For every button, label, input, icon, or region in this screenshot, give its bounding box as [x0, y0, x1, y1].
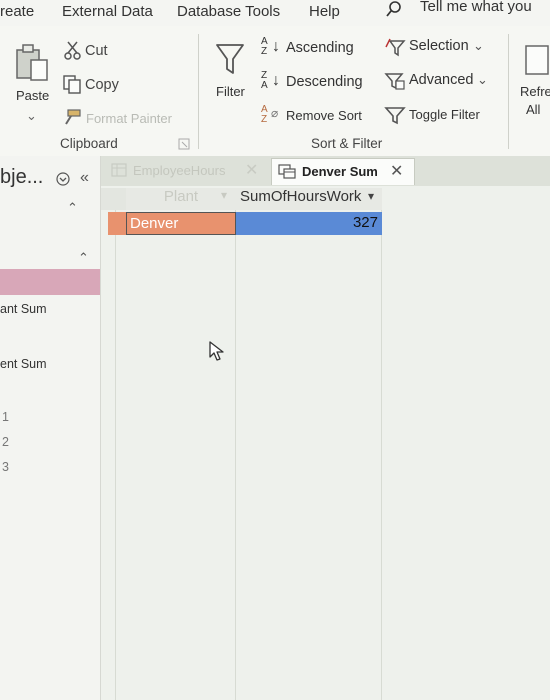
nav-line-number: 3	[2, 460, 9, 474]
paste-label: Paste	[16, 88, 50, 103]
refresh-all-button[interactable]: Refre All	[516, 40, 550, 124]
sort-filter-group-label: Sort & Filter	[311, 136, 383, 151]
filter-button[interactable]: Filter	[210, 40, 252, 104]
copy-button[interactable]: Copy	[85, 77, 119, 93]
document-tabs: EmployeeHours ✕ Denver Sum ✕	[101, 156, 550, 186]
nav-item-ant-sum[interactable]: ant Sum	[0, 302, 47, 316]
nav-dropdown-icon[interactable]	[56, 172, 70, 186]
advanced-filter-icon	[384, 73, 405, 90]
tab-employeehours[interactable]: EmployeeHours ✕	[111, 158, 271, 184]
menu-create[interactable]: reate	[0, 3, 34, 20]
table-cell-sum[interactable]: 327	[236, 212, 382, 235]
tab-label: Denver Sum	[302, 164, 378, 179]
nav-line-number: 2	[2, 435, 9, 449]
format-painter-icon	[65, 109, 81, 125]
query-icon	[278, 164, 296, 179]
clipboard-group-label: Clipboard	[60, 136, 118, 151]
column-dropdown-icon[interactable]: ▾	[221, 188, 227, 202]
grid-line	[115, 210, 116, 700]
sort-descending-icon: Z A ↓	[261, 70, 280, 91]
menu-bar: reate External Data Database Tools Help …	[0, 0, 550, 26]
tell-me-search[interactable]: Tell me what you	[420, 0, 532, 15]
tab-denver-sum[interactable]: Denver Sum ✕	[271, 158, 415, 185]
toggle-filter-icon	[384, 107, 406, 125]
nav-pane-title[interactable]: bje...	[0, 166, 43, 189]
advanced-button[interactable]: Advanced	[409, 72, 474, 88]
selection-dropdown-icon[interactable]: ⌄	[473, 38, 484, 54]
table-icon	[111, 163, 127, 177]
select-all-corner[interactable]	[101, 188, 126, 210]
tab-label: EmployeeHours	[133, 163, 226, 178]
paste-button[interactable]: Paste	[10, 40, 56, 104]
close-icon[interactable]: ✕	[390, 161, 403, 181]
refresh-label-line2: All	[526, 102, 541, 117]
grid-line	[381, 210, 382, 700]
funnel-icon	[216, 44, 244, 74]
selection-button[interactable]: Selection	[409, 38, 469, 54]
dialog-launcher-icon[interactable]	[178, 138, 190, 150]
ribbon: Paste ⌄ Cut Copy Format Painter Clipboar…	[0, 26, 550, 157]
copy-icon	[63, 75, 81, 94]
column-dropdown-icon[interactable]: ▾	[368, 189, 374, 203]
search-icon	[386, 1, 401, 17]
paste-dropdown-icon[interactable]: ⌄	[26, 108, 37, 124]
selection-filter-icon	[385, 38, 406, 57]
mouse-pointer-icon	[209, 341, 224, 361]
navigation-pane: bje... « ⌃ ⌃ ant Sum ent Sum 1 2 3	[0, 156, 101, 700]
close-icon[interactable]: ✕	[245, 160, 258, 180]
group-collapse-icon[interactable]: ⌃	[78, 250, 89, 266]
toggle-filter-button[interactable]: Toggle Filter	[409, 107, 480, 122]
nav-line-number: 1	[2, 410, 9, 424]
remove-sort-icon: A Z ⌀	[261, 104, 279, 125]
menu-database-tools[interactable]: Database Tools	[177, 3, 280, 20]
refresh-icon	[525, 45, 549, 75]
filter-label: Filter	[216, 84, 245, 99]
ribbon-separator	[508, 34, 509, 149]
ascending-button[interactable]: Ascending	[286, 40, 354, 56]
advanced-dropdown-icon[interactable]: ⌄	[477, 72, 488, 88]
column-header-sumofhoursworked[interactable]: SumOfHoursWork ▾	[236, 188, 382, 210]
nav-item-ent-sum[interactable]: ent Sum	[0, 357, 47, 371]
nav-item-selected[interactable]	[0, 269, 100, 295]
grid-line	[235, 210, 236, 700]
group-collapse-icon[interactable]: ⌃	[67, 200, 78, 216]
ribbon-separator	[198, 34, 199, 149]
nav-collapse-icon[interactable]: «	[80, 169, 89, 187]
table-cell-plant[interactable]: Denver	[126, 212, 236, 235]
sort-ascending-icon: A Z ↓	[261, 36, 280, 57]
paste-icon	[16, 44, 48, 81]
row-selector[interactable]	[108, 212, 126, 235]
descending-button[interactable]: Descending	[286, 74, 363, 90]
format-painter-button[interactable]: Format Painter	[86, 111, 172, 126]
scissors-icon	[64, 41, 81, 60]
cut-button[interactable]: Cut	[85, 43, 108, 59]
column-header-plant[interactable]: Plant ▾	[126, 188, 236, 210]
document-area	[101, 156, 550, 700]
remove-sort-button[interactable]: Remove Sort	[286, 108, 362, 123]
menu-external-data[interactable]: External Data	[62, 3, 153, 20]
menu-help[interactable]: Help	[309, 3, 340, 20]
refresh-label-line1: Refre	[520, 84, 550, 99]
